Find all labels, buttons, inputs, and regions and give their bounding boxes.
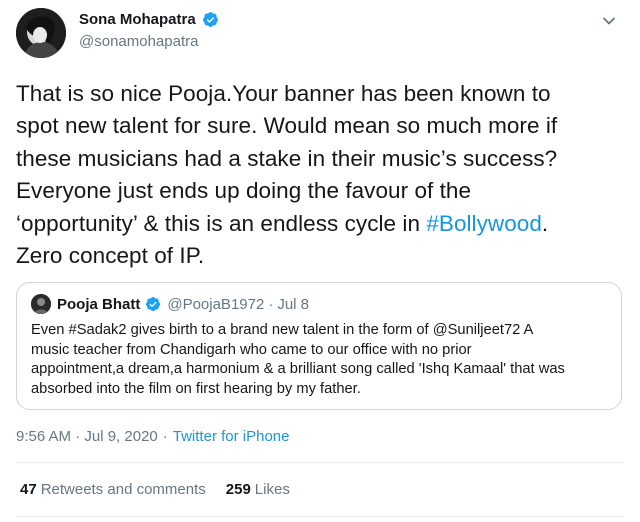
quoted-tweet-text: Even #Sadak2 gives birth to a brand new … [31, 321, 611, 399]
meta-separator: · [162, 428, 168, 445]
tweet-timestamp[interactable]: 9:56 AM · Jul 9, 2020 [16, 428, 158, 445]
tweet-text-line: spot new talent for sure. Would mean so … [16, 113, 558, 139]
likes-count: 259 [225, 481, 251, 498]
divider [16, 462, 624, 463]
quoted-text-line: appointment,a dream,a harmonium & a bril… [31, 361, 565, 378]
quoted-author-handle: @PoojaB1972 [167, 295, 265, 313]
likes-stat[interactable]: 259 Likes [226, 481, 290, 498]
tweet-text-line: Zero concept of IP. [16, 243, 205, 269]
verified-badge-icon [146, 297, 161, 311]
tweet-text-line: Everyone just ends up doing the favour o… [16, 178, 472, 204]
tweet-text-line-with-hashtag: ‘opportunity’ & this is an endless cycle… [16, 208, 626, 240]
source-link[interactable]: Twitter for iPhone [173, 428, 290, 445]
chevron-down-icon[interactable] [600, 12, 618, 30]
hashtag-link[interactable]: #Bollywood [426, 211, 542, 236]
verified-badge-icon [202, 12, 218, 27]
quoted-tweet[interactable]: Pooja Bhatt @PoojaB1972 · Jul 8 Even #Sa… [16, 282, 622, 410]
quoted-tweet-header: Pooja Bhatt @PoojaB1972 · Jul 8 [31, 294, 309, 314]
tweet-text-segment: . [541, 210, 549, 236]
quoted-date: Jul 8 [277, 295, 309, 313]
quoted-separator: · [268, 295, 274, 313]
quoted-author-name: Pooja Bhatt [57, 295, 141, 313]
author-display-name[interactable]: Sona Mohapatra [79, 11, 196, 28]
author-avatar[interactable] [16, 8, 66, 58]
author-handle[interactable]: @sonamohapatra [79, 33, 219, 50]
tweet-meta: 9:56 AM · Jul 9, 2020 · Twitter for iPho… [16, 428, 289, 445]
quoted-text-line: music teacher from Chandigarh who came t… [31, 341, 472, 358]
divider [16, 516, 624, 517]
author-block: Sona Mohapatra @sonamohapatra [79, 11, 219, 50]
tweet-text-line: That is so nice Pooja.Your banner has be… [16, 81, 551, 106]
retweets-stat[interactable]: 47 Retweets and comments [20, 481, 206, 498]
tweet-text-line: these musicians had a stake in their mus… [16, 145, 558, 171]
tweet-text: That is so nice Pooja.Your banner has be… [16, 78, 626, 272]
tweet-text-segment: ‘opportunity’ & this is an endless cycle… [16, 210, 427, 236]
retweets-label: Retweets and comments [40, 481, 206, 498]
retweets-count: 47 [20, 481, 37, 498]
tweet-card: Sona Mohapatra @sonamohapatra That is so… [0, 0, 640, 522]
likes-label: Likes [254, 481, 290, 498]
tweet-stats: 47 Retweets and comments 259 Likes [20, 481, 310, 498]
quoted-text-line: absorbed into the film on first hearing … [31, 380, 361, 397]
quoted-text-line: Even #Sadak2 gives birth to a brand new … [31, 322, 534, 338]
quoted-author-avatar [31, 294, 51, 314]
